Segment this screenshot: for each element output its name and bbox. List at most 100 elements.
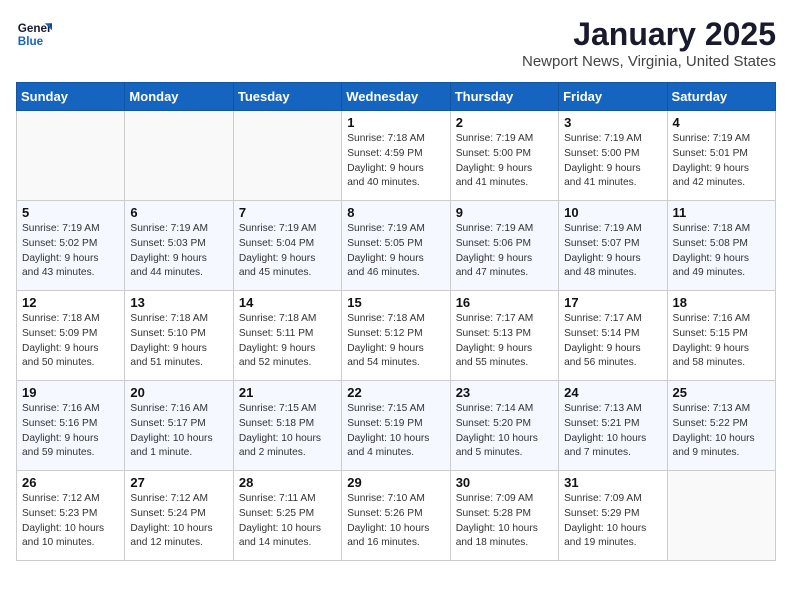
calendar-cell: 15 Sunrise: 7:18 AM Sunset: 5:12 PM Dayli… (342, 291, 450, 381)
week-row-3: 12 Sunrise: 7:18 AM Sunset: 5:09 PM Dayli… (17, 291, 776, 381)
weekday-header-sunday: Sunday (17, 83, 125, 111)
day-detail: Sunrise: 7:16 AM Sunset: 5:16 PM Dayligh… (22, 402, 119, 461)
day-detail: Sunrise: 7:19 AM Sunset: 5:00 PM Dayligh… (564, 132, 661, 191)
day-detail: Sunrise: 7:12 AM Sunset: 5:24 PM Dayligh… (130, 492, 227, 551)
day-detail: Sunrise: 7:11 AM Sunset: 5:25 PM Dayligh… (239, 492, 336, 551)
calendar-cell: 13 Sunrise: 7:18 AM Sunset: 5:10 PM Dayli… (125, 291, 233, 381)
day-number: 15 (347, 295, 444, 310)
day-number: 29 (347, 475, 444, 490)
logo-icon: General Blue (16, 16, 52, 52)
calendar-cell: 12 Sunrise: 7:18 AM Sunset: 5:09 PM Dayli… (17, 291, 125, 381)
day-number: 14 (239, 295, 336, 310)
day-number: 4 (673, 115, 770, 130)
day-detail: Sunrise: 7:18 AM Sunset: 5:10 PM Dayligh… (130, 312, 227, 371)
calendar-cell: 4 Sunrise: 7:19 AM Sunset: 5:01 PM Daylig… (667, 111, 775, 201)
day-number: 26 (22, 475, 119, 490)
calendar-cell: 31 Sunrise: 7:09 AM Sunset: 5:29 PM Dayli… (559, 471, 667, 561)
day-number: 22 (347, 385, 444, 400)
day-detail: Sunrise: 7:13 AM Sunset: 5:22 PM Dayligh… (673, 402, 770, 461)
day-number: 10 (564, 205, 661, 220)
day-number: 11 (673, 205, 770, 220)
day-detail: Sunrise: 7:13 AM Sunset: 5:21 PM Dayligh… (564, 402, 661, 461)
calendar-cell: 25 Sunrise: 7:13 AM Sunset: 5:22 PM Dayli… (667, 381, 775, 471)
day-number: 2 (456, 115, 553, 130)
calendar-cell: 16Sunrise: 7:17 AM Sunset: 5:13 PM Dayli… (450, 291, 558, 381)
calendar-cell: 8 Sunrise: 7:19 AM Sunset: 5:05 PM Daylig… (342, 201, 450, 291)
day-detail: Sunrise: 7:18 AM Sunset: 5:11 PM Dayligh… (239, 312, 336, 371)
day-number: 19 (22, 385, 119, 400)
day-detail: Sunrise: 7:18 AM Sunset: 5:09 PM Dayligh… (22, 312, 119, 371)
weekday-header-monday: Monday (125, 83, 233, 111)
calendar-cell: 17 Sunrise: 7:17 AM Sunset: 5:14 PM Dayli… (559, 291, 667, 381)
day-detail: Sunrise: 7:18 AM Sunset: 5:12 PM Dayligh… (347, 312, 444, 371)
weekday-header-row: SundayMondayTuesdayWednesdayThursdayFrid… (17, 83, 776, 111)
day-number: 25 (673, 385, 770, 400)
day-number: 27 (130, 475, 227, 490)
calendar-cell: 10 Sunrise: 7:19 AM Sunset: 5:07 PM Dayli… (559, 201, 667, 291)
subtitle: Newport News, Virginia, United States (522, 53, 776, 70)
svg-text:Blue: Blue (18, 35, 44, 48)
day-detail: Sunrise: 7:19 AM Sunset: 5:04 PM Dayligh… (239, 222, 336, 281)
calendar-cell: 18 Sunrise: 7:16 AM Sunset: 5:15 PM Dayli… (667, 291, 775, 381)
calendar-cell: 23Sunrise: 7:14 AM Sunset: 5:20 PM Dayli… (450, 381, 558, 471)
day-number: 31 (564, 475, 661, 490)
week-row-1: 1 Sunrise: 7:18 AM Sunset: 4:59 PM Daylig… (17, 111, 776, 201)
calendar-cell: 3 Sunrise: 7:19 AM Sunset: 5:00 PM Daylig… (559, 111, 667, 201)
calendar-cell: 28Sunrise: 7:11 AM Sunset: 5:25 PM Dayli… (233, 471, 341, 561)
calendar-cell: 2 Sunrise: 7:19 AM Sunset: 5:00 PM Daylig… (450, 111, 558, 201)
day-number: 17 (564, 295, 661, 310)
calendar-cell: 29 Sunrise: 7:10 AM Sunset: 5:26 PM Dayli… (342, 471, 450, 561)
page-header: General Blue January 2025 Newport News, … (16, 16, 776, 70)
day-number: 3 (564, 115, 661, 130)
day-number: 9 (456, 205, 553, 220)
calendar-cell: 27 Sunrise: 7:12 AM Sunset: 5:24 PM Dayli… (125, 471, 233, 561)
day-number: 21 (239, 385, 336, 400)
title-block: January 2025 Newport News, Virginia, Uni… (522, 16, 776, 70)
day-number: 12 (22, 295, 119, 310)
day-number: 20 (130, 385, 227, 400)
day-detail: Sunrise: 7:19 AM Sunset: 5:00 PM Dayligh… (456, 132, 553, 191)
day-number: 8 (347, 205, 444, 220)
day-detail: Sunrise: 7:16 AM Sunset: 5:15 PM Dayligh… (673, 312, 770, 371)
calendar-cell: 21Sunrise: 7:15 AM Sunset: 5:18 PM Dayli… (233, 381, 341, 471)
calendar-cell: 24 Sunrise: 7:13 AM Sunset: 5:21 PM Dayli… (559, 381, 667, 471)
day-number: 1 (347, 115, 444, 130)
calendar-cell: 30Sunrise: 7:09 AM Sunset: 5:28 PM Dayli… (450, 471, 558, 561)
day-detail: Sunrise: 7:10 AM Sunset: 5:26 PM Dayligh… (347, 492, 444, 551)
day-detail: Sunrise: 7:14 AM Sunset: 5:20 PM Dayligh… (456, 402, 553, 461)
calendar-cell (233, 111, 341, 201)
calendar-cell: 9 Sunrise: 7:19 AM Sunset: 5:06 PM Daylig… (450, 201, 558, 291)
calendar-cell (667, 471, 775, 561)
calendar-cell: 26Sunrise: 7:12 AM Sunset: 5:23 PM Dayli… (17, 471, 125, 561)
calendar-cell: 22Sunrise: 7:15 AM Sunset: 5:19 PM Dayli… (342, 381, 450, 471)
day-detail: Sunrise: 7:18 AM Sunset: 4:59 PM Dayligh… (347, 132, 444, 191)
day-number: 24 (564, 385, 661, 400)
calendar: SundayMondayTuesdayWednesdayThursdayFrid… (16, 82, 776, 561)
day-detail: Sunrise: 7:19 AM Sunset: 5:05 PM Dayligh… (347, 222, 444, 281)
weekday-header-thursday: Thursday (450, 83, 558, 111)
day-number: 7 (239, 205, 336, 220)
calendar-cell (17, 111, 125, 201)
calendar-cell: 6 Sunrise: 7:19 AM Sunset: 5:03 PM Daylig… (125, 201, 233, 291)
main-title: January 2025 (522, 16, 776, 53)
week-row-4: 19 Sunrise: 7:16 AM Sunset: 5:16 PM Dayli… (17, 381, 776, 471)
calendar-cell (125, 111, 233, 201)
calendar-cell: 11 Sunrise: 7:18 AM Sunset: 5:08 PM Dayli… (667, 201, 775, 291)
day-detail: Sunrise: 7:19 AM Sunset: 5:06 PM Dayligh… (456, 222, 553, 281)
day-detail: Sunrise: 7:18 AM Sunset: 5:08 PM Dayligh… (673, 222, 770, 281)
day-detail: Sunrise: 7:17 AM Sunset: 5:14 PM Dayligh… (564, 312, 661, 371)
calendar-cell: 1 Sunrise: 7:18 AM Sunset: 4:59 PM Daylig… (342, 111, 450, 201)
day-number: 13 (130, 295, 227, 310)
day-number: 16 (456, 295, 553, 310)
day-detail: Sunrise: 7:19 AM Sunset: 5:01 PM Dayligh… (673, 132, 770, 191)
day-detail: Sunrise: 7:09 AM Sunset: 5:28 PM Dayligh… (456, 492, 553, 551)
day-number: 6 (130, 205, 227, 220)
day-number: 18 (673, 295, 770, 310)
calendar-cell: 19 Sunrise: 7:16 AM Sunset: 5:16 PM Dayli… (17, 381, 125, 471)
week-row-5: 26Sunrise: 7:12 AM Sunset: 5:23 PM Dayli… (17, 471, 776, 561)
calendar-cell: 5Sunrise: 7:19 AM Sunset: 5:02 PM Daylig… (17, 201, 125, 291)
day-detail: Sunrise: 7:19 AM Sunset: 5:07 PM Dayligh… (564, 222, 661, 281)
day-detail: Sunrise: 7:09 AM Sunset: 5:29 PM Dayligh… (564, 492, 661, 551)
day-detail: Sunrise: 7:19 AM Sunset: 5:03 PM Dayligh… (130, 222, 227, 281)
calendar-cell: 20Sunrise: 7:16 AM Sunset: 5:17 PM Dayli… (125, 381, 233, 471)
